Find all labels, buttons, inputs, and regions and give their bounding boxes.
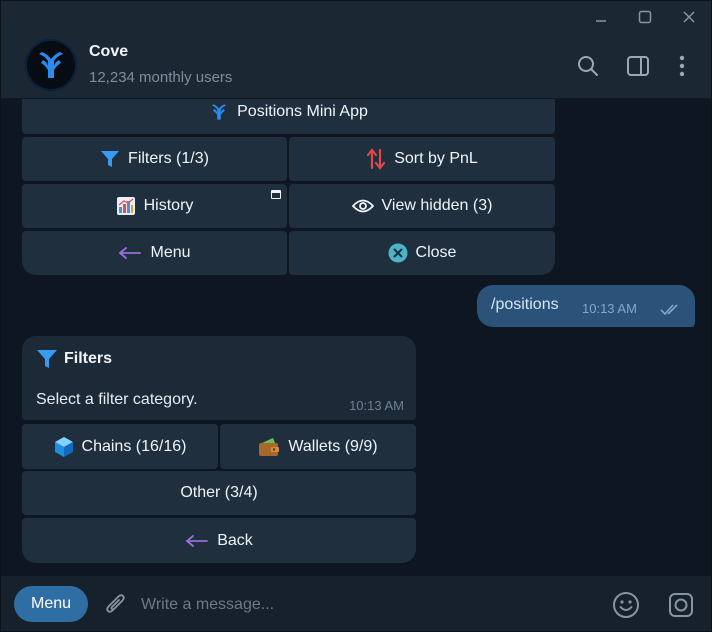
back-button[interactable]: Back bbox=[22, 518, 416, 563]
sidebar-panel-icon bbox=[627, 56, 649, 76]
message-list[interactable]: Positions Mini App Filters (1/3) Sort by… bbox=[1, 99, 711, 575]
close-button[interactable]: Close bbox=[289, 231, 555, 275]
eye-icon bbox=[351, 199, 374, 213]
attach-button[interactable] bbox=[101, 590, 131, 620]
smile-icon bbox=[613, 592, 639, 618]
sort-by-pnl-label: Sort by PnL bbox=[394, 150, 478, 167]
history-label: History bbox=[143, 197, 194, 214]
minimize-button[interactable] bbox=[579, 1, 623, 33]
sidebar-toggle-button[interactable] bbox=[625, 53, 651, 79]
arrow-left-icon bbox=[119, 247, 142, 259]
close-icon bbox=[683, 11, 695, 23]
sort-by-pnl-button[interactable]: Sort by PnL bbox=[289, 137, 555, 181]
filters-label: Filters (1/3) bbox=[128, 150, 209, 167]
outgoing-message[interactable]: /positions 10:13 AM bbox=[477, 285, 695, 327]
open-web-app-icon bbox=[271, 190, 281, 199]
sort-arrows-icon bbox=[367, 148, 386, 170]
back-label: Back bbox=[217, 531, 253, 549]
cube-icon bbox=[54, 436, 73, 457]
view-hidden-button[interactable]: View hidden (3) bbox=[289, 184, 555, 228]
close-circle-icon bbox=[388, 243, 408, 263]
chains-label: Chains (16/16) bbox=[81, 437, 187, 455]
chat-subtitle: 12,234 monthly users bbox=[89, 69, 233, 86]
filter-funnel-icon bbox=[37, 350, 57, 368]
more-options-button[interactable] bbox=[669, 53, 695, 79]
paperclip-icon bbox=[106, 594, 125, 613]
incoming-message[interactable]: Filters Select a filter category. 10:13 … bbox=[22, 336, 416, 420]
camera-button[interactable] bbox=[666, 590, 696, 620]
wallets-button[interactable]: Wallets (9/9) bbox=[220, 424, 416, 469]
arrow-left-icon bbox=[185, 534, 209, 547]
message-time: 10:13 AM bbox=[349, 398, 404, 413]
chat-title: Cove bbox=[89, 43, 129, 60]
positions-mini-app-button[interactable]: Positions Mini App bbox=[22, 99, 555, 134]
other-label: Other (3/4) bbox=[180, 484, 258, 501]
bot-menu-button[interactable]: Menu bbox=[14, 586, 88, 622]
message-title-row: Filters bbox=[36, 348, 112, 370]
wallets-label: Wallets (9/9) bbox=[288, 437, 378, 455]
outgoing-message-text: /positions bbox=[491, 296, 559, 313]
camera-icon bbox=[669, 593, 693, 617]
menu-button[interactable]: Menu bbox=[22, 231, 287, 275]
close-label: Close bbox=[415, 244, 457, 261]
double-check-icon bbox=[660, 304, 678, 316]
chains-button[interactable]: Chains (16/16) bbox=[22, 424, 218, 469]
filter-funnel-icon bbox=[101, 151, 120, 167]
chat-header[interactable]: Cove 12,234 monthly users bbox=[1, 33, 711, 99]
search-button[interactable] bbox=[575, 53, 601, 79]
chart-icon bbox=[116, 197, 135, 215]
history-button[interactable]: History bbox=[22, 184, 287, 228]
title-bar bbox=[1, 1, 711, 33]
other-button[interactable]: Other (3/4) bbox=[22, 471, 416, 515]
close-window-button[interactable] bbox=[667, 1, 711, 33]
filters-button[interactable]: Filters (1/3) bbox=[22, 137, 287, 181]
cove-logo-icon bbox=[39, 52, 63, 78]
telegram-window: Cove 12,234 monthly users Positions Mini… bbox=[0, 0, 712, 632]
maximize-icon bbox=[638, 10, 652, 24]
message-title: Filters bbox=[64, 350, 113, 367]
message-text: Select a filter category. bbox=[36, 391, 198, 408]
minimize-icon bbox=[596, 20, 606, 22]
more-vertical-icon bbox=[679, 55, 685, 77]
wallet-icon bbox=[259, 437, 280, 456]
emoji-button[interactable] bbox=[611, 590, 641, 620]
maximize-button[interactable] bbox=[623, 1, 667, 33]
message-input[interactable] bbox=[141, 590, 581, 620]
positions-mini-app-label: Positions Mini App bbox=[237, 102, 368, 120]
view-hidden-label: View hidden (3) bbox=[381, 197, 493, 214]
cove-logo-icon bbox=[212, 103, 227, 120]
search-icon bbox=[578, 56, 598, 76]
menu-label: Menu bbox=[150, 244, 191, 261]
message-composer: Menu bbox=[1, 575, 711, 631]
avatar[interactable] bbox=[25, 39, 77, 91]
outgoing-message-time: 10:13 AM bbox=[582, 301, 637, 316]
